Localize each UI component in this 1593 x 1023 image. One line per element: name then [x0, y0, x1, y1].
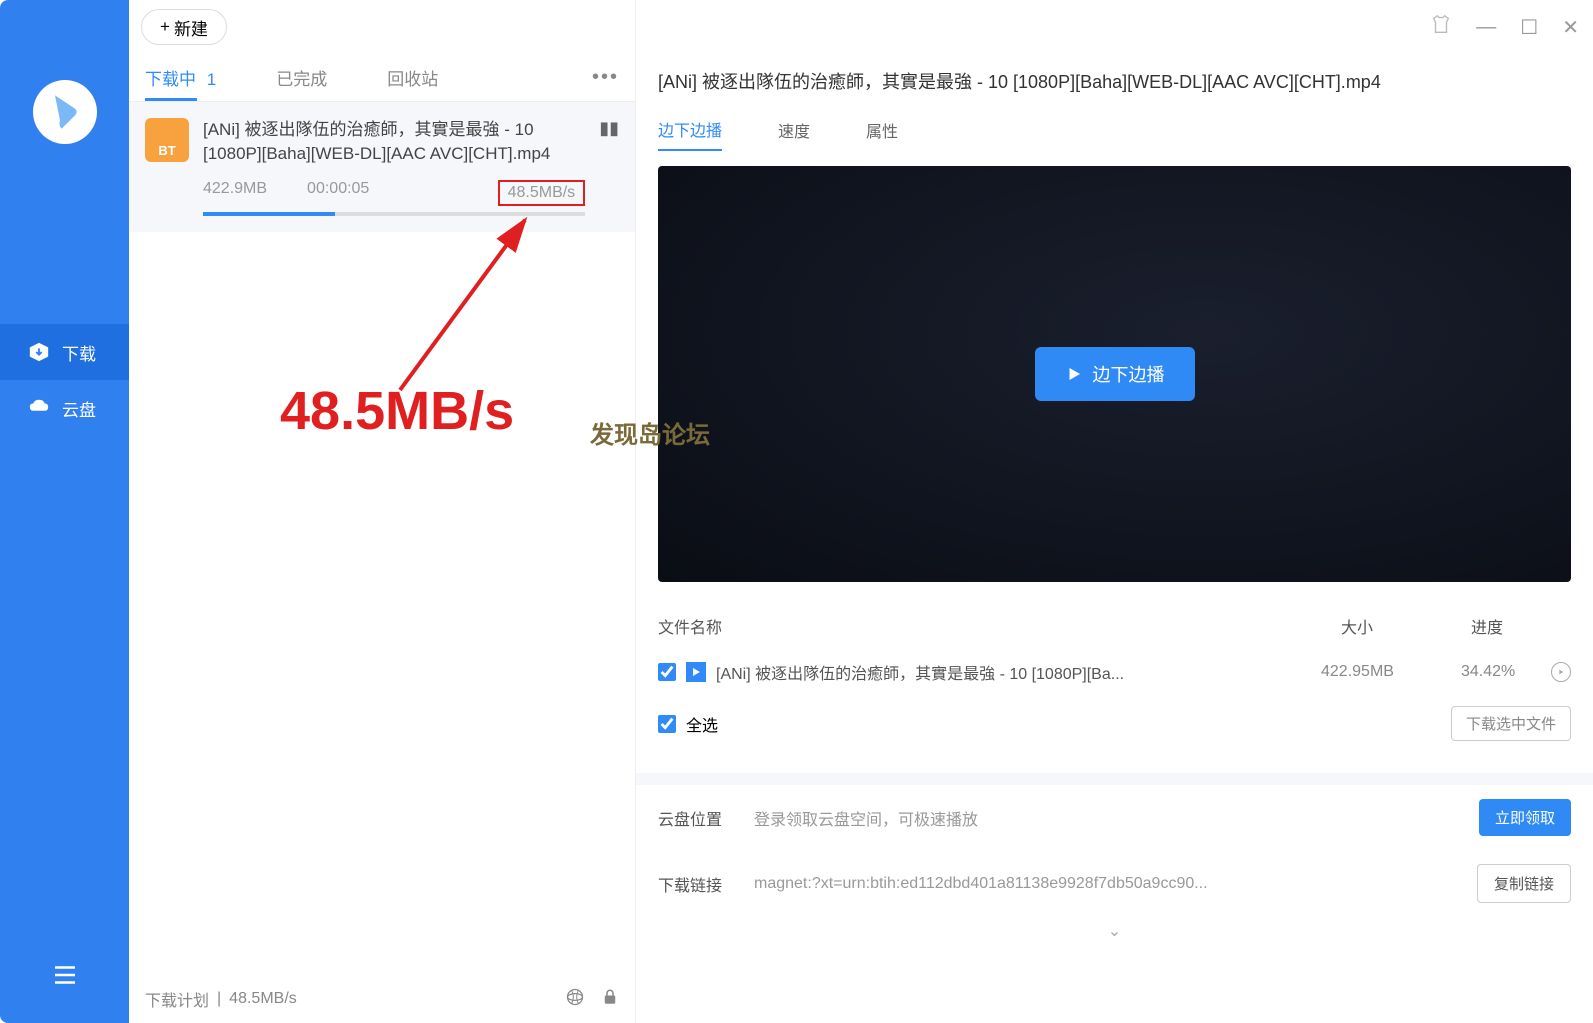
detail-panel: — ☐ ✕ [ANi] 被逐出隊伍的治癒師，其實是最強 - 10 [1080P]… — [636, 0, 1593, 1023]
cloud-label: 云盘位置 — [658, 806, 730, 830]
sidebar: 下载 云盘 — [0, 0, 129, 1023]
download-item[interactable]: BT [ANi] 被逐出隊伍的治癒師，其實是最強 - 10 [1080P][Ba… — [129, 102, 635, 232]
sidebar-item-cloud[interactable]: 云盘 — [0, 380, 129, 436]
claim-cloud-button[interactable]: 立即领取 — [1479, 799, 1571, 836]
select-all-label: 全选 — [686, 712, 718, 736]
play-file-icon[interactable] — [1551, 662, 1571, 682]
pause-button[interactable]: ▮▮ — [599, 118, 619, 216]
detail-title: [ANi] 被逐出隊伍的治癒師，其實是最強 - 10 [1080P][Baha]… — [636, 54, 1593, 108]
file-row[interactable]: [ANi] 被逐出隊伍的治癒師，其實是最強 - 10 [1080P][Ba...… — [658, 652, 1571, 692]
file-progress: 34.42% — [1461, 663, 1541, 681]
top-bar: + 新建 — [129, 0, 635, 54]
video-file-icon — [686, 662, 706, 682]
file-name: [ANi] 被逐出隊伍的治癒師，其實是最強 - 10 [1080P][Ba... — [716, 660, 1311, 684]
list-tabs: 下载中 1 已完成 回收站 ••• — [129, 54, 635, 102]
lock-icon[interactable] — [601, 987, 619, 1012]
expand-chevron-icon[interactable]: ⌄ — [636, 917, 1593, 945]
tab-completed[interactable]: 已完成 — [276, 55, 327, 100]
cloud-icon — [28, 397, 50, 419]
download-info: [ANi] 被逐出隊伍的治癒師，其實是最強 - 10 [1080P][Baha]… — [203, 118, 585, 216]
download-list-panel: + 新建 下载中 1 已完成 回收站 ••• BT [ANi] 被逐出隊伍的治癒… — [129, 0, 636, 1023]
file-list: 文件名称 大小 进度 [ANi] 被逐出隊伍的治癒師，其實是最強 - 10 [1… — [636, 596, 1593, 773]
download-icon — [28, 341, 50, 363]
total-speed: 48.5MB/s — [229, 990, 297, 1008]
download-plan-label[interactable]: 下载计划 — [145, 987, 209, 1011]
downloading-count: 1 — [207, 70, 216, 89]
tab-downloading[interactable]: 下载中 1 — [145, 55, 216, 100]
col-filename: 文件名称 — [658, 614, 1341, 638]
tab-indicator — [145, 98, 197, 101]
detail-tabs: 边下边播 速度 属性 — [636, 108, 1593, 152]
cloud-location-row: 云盘位置 登录领取云盘空间，可极速播放 立即领取 — [636, 785, 1593, 850]
play-while-download-button[interactable]: 边下边播 — [1035, 347, 1195, 401]
skin-icon[interactable] — [1430, 13, 1452, 41]
file-size: 422.95MB — [1321, 663, 1451, 681]
sidebar-item-label: 云盘 — [62, 396, 96, 421]
download-size: 422.9MB — [203, 180, 267, 206]
play-icon — [1065, 365, 1083, 383]
sidebar-item-download[interactable]: 下载 — [0, 324, 129, 380]
tab-trash[interactable]: 回收站 — [387, 55, 438, 100]
window-controls: — ☐ ✕ — [636, 0, 1593, 54]
speed-annotation: 48.5MB/s — [280, 380, 514, 442]
link-label: 下载链接 — [658, 872, 730, 896]
plus-icon: + — [160, 17, 170, 37]
download-title: [ANi] 被逐出隊伍的治癒師，其實是最強 - 10 [1080P][Baha]… — [203, 118, 585, 166]
maximize-button[interactable]: ☐ — [1520, 15, 1538, 40]
col-progress: 进度 — [1471, 614, 1571, 638]
bt-file-icon: BT — [145, 118, 189, 162]
status-bar: 下载计划 | 48.5MB/s — [129, 975, 635, 1023]
download-speed: 48.5MB/s — [498, 180, 586, 206]
minimize-button[interactable]: — — [1476, 16, 1496, 39]
download-selected-button[interactable]: 下载选中文件 — [1451, 706, 1571, 741]
app-logo — [33, 80, 97, 144]
link-value: magnet:?xt=urn:btih:ed112dbd401a81138e99… — [754, 875, 1453, 893]
dtab-play[interactable]: 边下边播 — [658, 109, 722, 151]
copy-link-button[interactable]: 复制链接 — [1477, 864, 1571, 903]
progress-bar — [203, 212, 585, 216]
sidebar-item-label: 下载 — [62, 340, 96, 365]
more-icon[interactable]: ••• — [592, 66, 619, 89]
close-button[interactable]: ✕ — [1562, 15, 1579, 40]
video-preview: 边下边播 — [658, 166, 1571, 582]
dtab-props[interactable]: 属性 — [866, 110, 898, 150]
new-button-label: 新建 — [174, 15, 208, 40]
col-size: 大小 — [1341, 614, 1471, 638]
menu-button[interactable] — [50, 960, 80, 995]
dtab-speed[interactable]: 速度 — [778, 110, 810, 150]
cloud-hint: 登录领取云盘空间，可极速播放 — [754, 806, 1455, 830]
download-elapsed: 00:00:05 — [307, 180, 369, 206]
file-checkbox[interactable] — [658, 663, 676, 681]
new-button[interactable]: + 新建 — [141, 9, 227, 45]
download-link-row: 下载链接 magnet:?xt=urn:btih:ed112dbd401a811… — [636, 850, 1593, 917]
browser-icon[interactable] — [565, 987, 585, 1012]
select-all-checkbox[interactable] — [658, 715, 676, 733]
